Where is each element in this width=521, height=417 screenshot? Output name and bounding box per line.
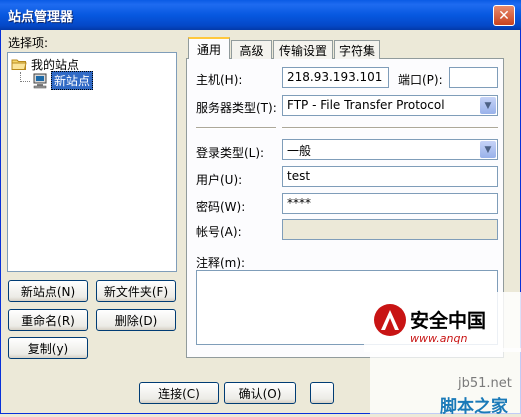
tab-transfer-settings[interactable]: 传输设置 xyxy=(273,40,333,59)
close-button[interactable]: ✕ xyxy=(493,5,515,26)
tree-item-label: 新站点 xyxy=(51,71,94,90)
new-site-button[interactable]: 新站点(N) xyxy=(8,280,88,302)
server-type-label: 服务器类型(T): xyxy=(196,101,277,115)
tab-charset[interactable]: 字符集 xyxy=(334,40,380,59)
window-title: 站点管理器 xyxy=(8,10,74,25)
chevron-down-icon[interactable]: ▼ xyxy=(480,141,496,158)
computer-icon xyxy=(33,73,47,88)
new-folder-button[interactable]: 新文件夹(F) xyxy=(96,280,176,302)
logon-type-select[interactable]: 一般 ▼ xyxy=(282,139,498,160)
host-label: 主机(H): xyxy=(196,73,243,87)
close-icon: ✕ xyxy=(498,7,510,24)
site-tree[interactable]: 我的站点 新站点 xyxy=(7,52,177,272)
logon-type-label: 登录类型(L): xyxy=(196,146,265,160)
separator xyxy=(196,127,276,129)
account-input[interactable] xyxy=(282,219,498,240)
password-input[interactable]: **** xyxy=(282,193,498,214)
watermark-anquan: 安全中国 xyxy=(410,310,487,332)
ok-button[interactable]: 确认(O) xyxy=(224,382,296,404)
port-label: 端口(P): xyxy=(398,73,443,87)
port-input[interactable] xyxy=(449,67,498,88)
tree-item-new-site[interactable]: 新站点 xyxy=(32,71,94,90)
server-type-select[interactable]: FTP - File Transfer Protocol ▼ xyxy=(282,95,498,116)
user-label: 用户(U): xyxy=(196,173,243,187)
watermark-jiaoben: 脚本之家 xyxy=(440,397,508,417)
tree-connector xyxy=(20,81,30,82)
host-input[interactable]: 218.93.193.101 xyxy=(282,67,389,88)
select-label: 选择项: xyxy=(8,36,49,50)
watermark-anquan-url: www.anqn xyxy=(410,332,468,345)
account-label: 帐号(A): xyxy=(196,225,242,239)
tree-item-label: 我的站点 xyxy=(31,57,80,72)
user-input[interactable]: test xyxy=(282,166,498,187)
copy-button[interactable]: 复制(y) xyxy=(8,337,88,359)
folder-icon xyxy=(11,59,27,70)
connect-button[interactable]: 连接(C) xyxy=(139,382,219,404)
anquan-logo-icon xyxy=(374,304,406,336)
chevron-down-icon[interactable]: ▼ xyxy=(480,97,496,114)
comments-label: 注释(m): xyxy=(196,256,246,270)
tab-general[interactable]: 通用 xyxy=(188,37,230,59)
rename-button[interactable]: 重命名(R) xyxy=(8,309,88,331)
cancel-button[interactable] xyxy=(310,382,334,404)
delete-button[interactable]: 删除(D) xyxy=(96,309,176,331)
separator xyxy=(282,127,498,129)
title-bar[interactable] xyxy=(0,0,521,30)
tree-item-my-sites[interactable]: 我的站点 xyxy=(11,56,79,72)
watermark-jb51: jb51.net xyxy=(458,376,512,391)
logon-type-value: 一般 xyxy=(287,144,312,158)
password-label: 密码(W): xyxy=(196,200,246,214)
server-type-value: FTP - File Transfer Protocol xyxy=(287,98,445,112)
tab-advanced[interactable]: 高级 xyxy=(231,40,272,59)
